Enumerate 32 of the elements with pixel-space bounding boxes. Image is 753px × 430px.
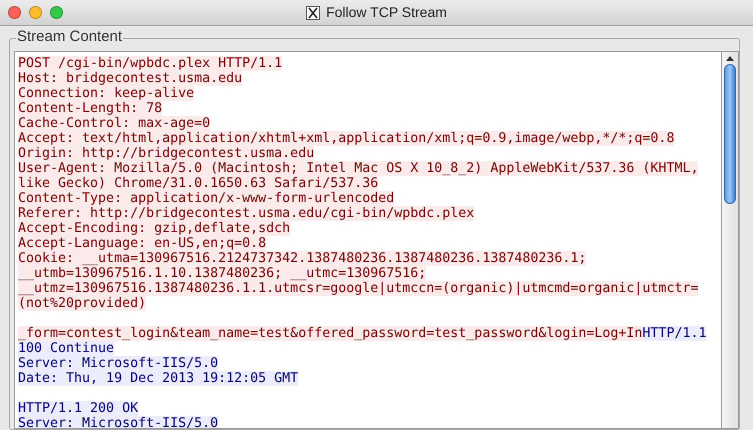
close-icon[interactable]	[8, 6, 21, 19]
client-data-text: Host: bridgecontest.usma.edu	[18, 71, 242, 86]
x-window-icon	[306, 6, 320, 20]
client-data-text: Referer: http://bridgecontest.usma.edu/cgi-bin/wpbdc.plex	[18, 206, 474, 221]
client-data-text: Accept-Encoding: gzip,deflate,sdch	[18, 221, 290, 236]
scrollbar[interactable]	[721, 51, 739, 429]
window-title: Follow TCP Stream	[326, 3, 447, 22]
maximize-icon[interactable]	[50, 6, 63, 19]
server-data-text: 100 Continue	[18, 341, 114, 356]
scroll-up-icon[interactable]	[726, 54, 734, 64]
client-data-text: Cookie: __utma=130967516.2124737342.1387480236.1387480236.1387480236.1;	[18, 251, 586, 266]
client-data-text: (not%20provided)	[18, 296, 146, 311]
server-data-text: Server: Microsoft-IIS/5.0	[18, 356, 218, 371]
client-data-text: _form=contest_login&team_name=test&offered_password=test_password&login=Log+In	[18, 326, 642, 341]
client-data-text: Accept: text/html,application/xhtml+xml,application/xml;q=0.9,image/webp,*/*;q=0.8	[18, 131, 674, 146]
client-data-text: Connection: keep-alive	[18, 86, 194, 101]
client-data-text: __utmz=130967516.1387480236.1.1.utmcsr=google|utmccn=(organic)|utmcmd=organic|utmctr=	[18, 281, 698, 296]
client-data-text: like Gecko) Chrome/31.0.1650.63 Safari/537.36	[18, 176, 378, 191]
client-data-text: Origin: http://bridgecontest.usma.edu	[18, 146, 314, 161]
scroll-thumb[interactable]	[724, 64, 736, 204]
server-data-text: HTTP/1.1 200 OK	[18, 401, 138, 416]
minimize-icon[interactable]	[29, 6, 42, 19]
client-data-text: __utmb=130967516.1.10.1387480236; __utmc=130967516;	[18, 266, 426, 281]
server-data-text: HTTP/1.1	[642, 326, 706, 341]
client-data-text: User-Agent: Mozilla/5.0 (Macintosh; Intel Mac OS X 10_8_2) AppleWebKit/537.36 (KHTML,	[18, 161, 698, 176]
client-data-text: Cache-Control: max-age=0	[18, 116, 210, 131]
client-data-text: Content-Length: 78	[18, 101, 162, 116]
server-data-text: Date: Thu, 19 Dec 2013 19:12:05 GMT	[18, 371, 298, 386]
client-data-text: Content-Type: application/x-www-form-urlencoded	[18, 191, 394, 206]
client-data-text: POST /cgi-bin/wpbdc.plex HTTP/1.1	[18, 56, 282, 71]
server-data-text: Server: Microsoft-IIS/5.0	[18, 416, 218, 428]
client-data-text: Accept-Language: en-US,en;q=0.8	[18, 236, 266, 251]
